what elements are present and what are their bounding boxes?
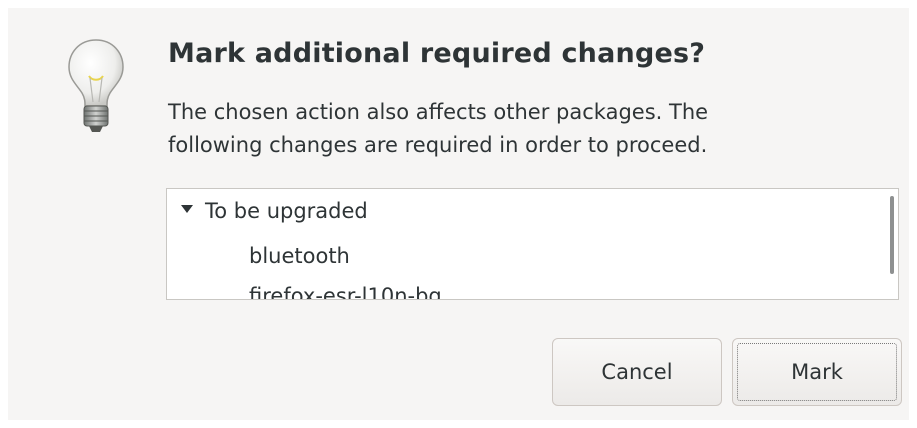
tree-item[interactable]: bluetooth (249, 244, 350, 268)
tree-item[interactable]: firefox-esr-l10n-bg (249, 284, 442, 299)
mark-button-label: Mark (791, 360, 843, 384)
message-line: following changes are required in order … (168, 133, 708, 157)
dialog-message: The chosen action also affects other pac… (168, 96, 868, 162)
changes-tree[interactable]: To be upgraded bluetooth firefox-esr-l10… (166, 188, 899, 300)
lightbulb-icon (64, 36, 128, 136)
tree-group-row[interactable]: To be upgraded (181, 199, 368, 223)
mark-changes-dialog: Mark additional required changes? The ch… (8, 8, 909, 420)
tree-group-label: To be upgraded (205, 199, 368, 223)
dialog-title: Mark additional required changes? (168, 38, 706, 69)
mark-button[interactable]: Mark (732, 338, 902, 406)
tree-scrollbar[interactable] (890, 196, 894, 274)
expander-down-icon[interactable] (181, 205, 193, 213)
cancel-button[interactable]: Cancel (552, 338, 722, 406)
message-line: The chosen action also affects other pac… (168, 100, 709, 124)
